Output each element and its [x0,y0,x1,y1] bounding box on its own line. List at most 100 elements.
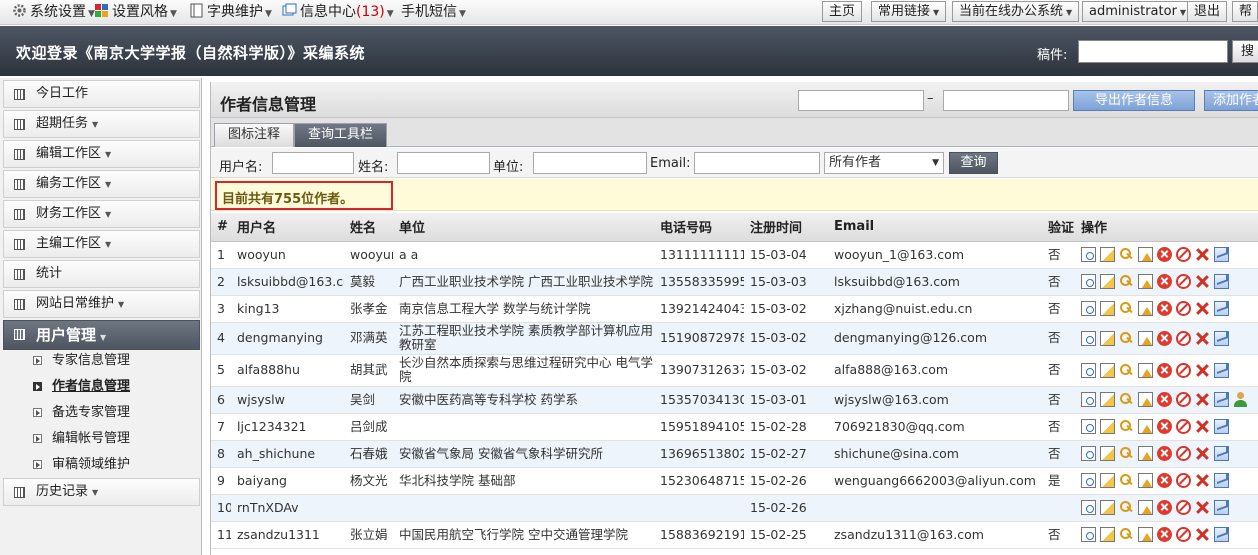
warning-icon[interactable] [1138,500,1153,515]
sidebar-subitem-experts[interactable]: 专家信息管理 [30,350,130,372]
mail-icon[interactable] [1214,274,1229,289]
email-input[interactable] [694,152,820,174]
mail-icon[interactable] [1214,362,1229,378]
table-row[interactable]: 11zsandzu1311张立娟中国民用航空飞行学院 空中交通管理学院15883… [211,521,1258,549]
unit-input[interactable] [533,152,647,174]
edit-icon[interactable] [1100,274,1115,289]
warning-icon[interactable] [1138,446,1153,461]
edit-icon[interactable] [1100,362,1115,378]
mail-icon[interactable] [1214,500,1229,515]
key-icon[interactable] [1119,331,1134,346]
column-header[interactable]: 电话号码 [654,213,744,242]
delete-icon[interactable] [1195,363,1210,378]
close-icon[interactable] [1157,274,1172,289]
sidebar-item-editor-area[interactable]: 编辑工作区 ▼ [3,140,200,168]
delete-icon[interactable] [1195,446,1210,461]
edit-icon[interactable] [1100,247,1115,262]
view-icon[interactable] [1081,473,1096,488]
edit-icon[interactable] [1100,446,1115,461]
username-input[interactable] [272,152,354,174]
mail-icon[interactable] [1214,301,1229,316]
sidebar-item-finance-area[interactable]: 财务工作区 ▼ [3,200,200,228]
table-row[interactable]: 10rnTnXDAv 15-02-26 [211,494,1258,522]
key-icon[interactable] [1119,247,1134,262]
delete-icon[interactable] [1195,527,1210,542]
mail-icon[interactable] [1214,330,1229,346]
mail-icon[interactable] [1214,419,1229,434]
warning-icon[interactable] [1138,301,1153,316]
home-button[interactable]: 主页 [822,1,863,22]
ban-icon[interactable] [1176,330,1191,346]
column-header[interactable]: 注册时间 [744,213,828,242]
mail-icon[interactable] [1214,247,1229,262]
common-links-button[interactable]: 常用链接 ▼ [871,1,947,22]
table-row[interactable]: 5 alfa888hu 胡其武 长沙自然本质探索与思维过程研究中心 电气学院 13907… [211,354,1258,387]
sidebar-item-overdue[interactable]: 超期任务 ▼ [3,110,200,138]
sidebar-subitem-authors[interactable]: 作者信息管理 [30,376,130,398]
key-icon[interactable] [1119,419,1134,434]
manuscript-search-input[interactable] [1078,40,1228,63]
add-user-icon[interactable] [1233,392,1248,407]
warning-icon[interactable] [1138,473,1153,488]
logout-button[interactable]: 退出 [1187,1,1228,22]
table-row[interactable]: 9 baiyang 杨文光 华北科技学院 基础部 15230648715 15-02-26… [211,467,1258,495]
add-author-button[interactable]: 添加作者 [1204,90,1258,111]
delete-icon[interactable] [1195,473,1210,488]
ban-icon[interactable] [1176,419,1191,434]
column-header[interactable]: 单位 [393,213,654,242]
delete-icon[interactable] [1195,274,1210,289]
key-icon[interactable] [1119,446,1134,461]
export-authors-button[interactable]: 导出作者信息 [1073,90,1195,111]
manuscript-search-button[interactable]: 搜 [1232,40,1258,63]
ban-icon[interactable] [1176,274,1191,289]
table-row[interactable]: 8 ah_shichune 石春娥 安徽省气象局 安徽省气象科学研究所 13696513… [211,440,1258,468]
delete-icon[interactable] [1195,301,1210,316]
warning-icon[interactable] [1138,362,1153,378]
start-date-input[interactable] [798,90,924,111]
view-icon[interactable] [1081,392,1096,407]
table-row[interactable]: 3 king13 张孝金 南京信息工程大学 数学与统计学院 13921424043 15-… [211,295,1258,323]
ban-icon[interactable] [1176,247,1191,262]
query-button[interactable]: 查询 [949,152,998,174]
sidebar-item-chief-editor-area[interactable]: 主编工作区 ▼ [3,230,200,258]
edit-icon[interactable] [1100,473,1115,488]
sidebar-item-statistics[interactable]: 统计 [3,260,200,288]
delete-icon[interactable] [1195,392,1210,407]
close-icon[interactable] [1157,301,1172,316]
warning-icon[interactable] [1138,247,1153,262]
menu-dictionary[interactable]: 字典维护 ▼ [189,3,272,21]
view-icon[interactable] [1081,419,1096,434]
edit-icon[interactable] [1100,527,1115,542]
ban-icon[interactable] [1176,301,1191,316]
warning-icon[interactable] [1138,330,1153,346]
view-icon[interactable] [1081,527,1096,542]
author-filter-select[interactable]: 所有作者 ▼ [824,152,944,174]
close-icon[interactable] [1157,500,1172,515]
close-icon[interactable] [1157,446,1172,461]
mail-icon[interactable] [1214,392,1229,407]
table-row[interactable]: 1wooyunwooyuna a1311111111115-03-04wooyu… [211,241,1258,269]
column-header[interactable]: 姓名 [344,213,393,242]
close-icon[interactable] [1157,362,1172,378]
ban-icon[interactable] [1176,362,1191,378]
key-icon[interactable] [1119,392,1134,407]
edit-icon[interactable] [1100,330,1115,346]
close-icon[interactable] [1157,419,1172,434]
close-icon[interactable] [1157,527,1172,542]
ban-icon[interactable] [1176,527,1191,542]
edit-icon[interactable] [1100,500,1115,515]
table-row[interactable]: 7 ljc1234321 吕剑成 15951894105 15-02-28 7069218… [211,413,1258,441]
close-icon[interactable] [1157,330,1172,346]
user-menu-button[interactable]: administrator ▼ [1082,1,1194,22]
sidebar-subitem-review-fields[interactable]: 审稿领域维护 [30,454,130,476]
office-system-button[interactable]: 当前在线办公系统 ▼ [952,1,1080,22]
tab-query-toolbar[interactable]: 查询工具栏 [294,123,388,147]
menu-style-settings[interactable]: 设置风格 ▼ [94,3,177,21]
sidebar-subitem-candidate-experts[interactable]: 备选专家管理 [30,402,130,424]
name-input[interactable] [397,152,490,174]
table-row[interactable]: 2lsksuibbd@163.com莫毅广西工业职业技术学院 广西工业职业技术学… [211,268,1258,296]
close-icon[interactable] [1157,247,1172,262]
table-row[interactable]: 6 wjsyslw 吴剑 安徽中医药高等专科学校 药学系 15357034130 15-0… [211,386,1258,414]
delete-icon[interactable] [1195,247,1210,262]
key-icon[interactable] [1119,274,1134,289]
